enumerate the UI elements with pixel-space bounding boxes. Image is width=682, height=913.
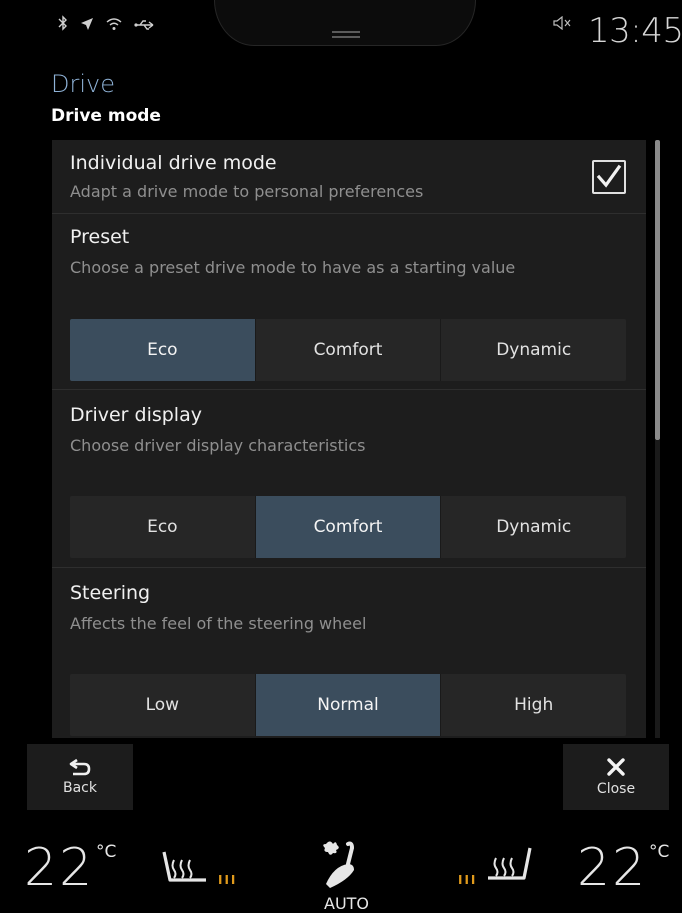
page-subtitle: Drive mode [51,106,161,126]
setting-title: Preset [70,226,130,248]
grip-line [332,31,360,33]
right-temperature-unit: °C [649,842,670,862]
status-bar: 13:45 [0,0,682,60]
right-temperature[interactable]: 22 [577,842,647,894]
setting-individual-drive-mode[interactable]: Individual drive mode Adapt a drive mode… [52,140,646,214]
clock: 13:45 [588,11,682,51]
driver-display-option-dynamic[interactable]: Dynamic [441,496,626,558]
setting-driver-display: Driver display Choose driver display cha… [52,390,646,568]
steering-option-normal[interactable]: Normal [255,674,442,736]
fan-mode-label: AUTO [324,894,370,913]
individual-drive-mode-checkbox[interactable] [592,160,626,194]
left-seat-heat-icon[interactable] [160,850,212,894]
wifi-icon [106,16,122,35]
setting-title: Steering [70,582,151,604]
setting-description: Choose driver display characteristics [70,436,366,455]
setting-description: Adapt a drive mode to personal preferenc… [70,182,424,201]
setting-preset: Preset Choose a preset drive mode to hav… [52,214,646,390]
preset-option-comfort[interactable]: Comfort [255,319,442,381]
pull-down-tab[interactable] [214,0,476,46]
preset-option-eco[interactable]: Eco [70,319,256,381]
close-icon [607,758,625,776]
left-temperature-unit: °C [96,842,117,862]
bluetooth-icon [58,15,68,35]
driver-display-option-comfort[interactable]: Comfort [255,496,442,558]
steering-segmented-control: Low Normal High [70,674,626,736]
setting-description: Affects the feel of the steering wheel [70,614,367,633]
grip-line [332,36,360,38]
back-label: Back [63,780,97,796]
usb-icon [134,16,156,35]
back-arrow-icon [69,758,91,776]
status-icons [58,14,156,36]
fan-auto-icon[interactable] [318,838,366,894]
close-label: Close [596,781,636,797]
preset-option-dynamic[interactable]: Dynamic [441,319,626,381]
page-title: Drive [51,70,115,98]
checkmark-icon [596,164,622,188]
location-arrow-icon [80,16,94,35]
speaker-muted-icon [553,15,573,34]
close-button[interactable]: Close [563,744,669,810]
left-temperature[interactable]: 22 [24,842,94,894]
preset-segmented-control: Eco Comfort Dynamic [70,319,626,381]
settings-panel: Individual drive mode Adapt a drive mode… [52,140,646,738]
steering-option-high[interactable]: High [441,674,626,736]
left-seat-heat-level: III [218,873,238,887]
right-seat-heat-icon[interactable] [482,846,534,892]
scrollbar-thumb[interactable] [655,140,660,440]
driver-display-option-eco[interactable]: Eco [70,496,256,558]
setting-description: Choose a preset drive mode to have as a … [70,258,516,277]
steering-option-low[interactable]: Low [70,674,256,736]
scrollbar-track[interactable] [655,440,660,738]
setting-steering: Steering Affects the feel of the steerin… [52,568,646,738]
setting-title: Individual drive mode [70,152,277,174]
back-button[interactable]: Back [27,744,133,810]
setting-title: Driver display [70,404,202,426]
driver-display-segmented-control: Eco Comfort Dynamic [70,496,626,558]
right-seat-heat-level: III [458,873,478,887]
